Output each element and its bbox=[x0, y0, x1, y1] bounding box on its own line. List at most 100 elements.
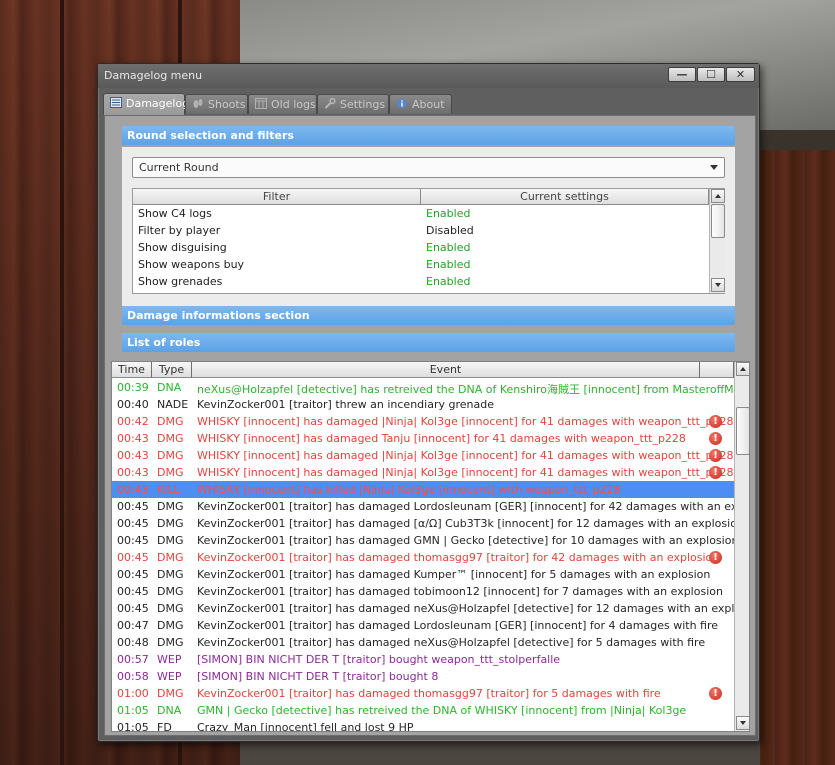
log-row[interactable]: 00:45 DMG KevinZocker001 [traitor] has dam… bbox=[112, 532, 738, 549]
log-type: KILL bbox=[157, 483, 180, 496]
log-row[interactable]: 00:40 NADE KevinZocker001 [traitor] threw … bbox=[112, 396, 734, 413]
filter-row[interactable]: Show disguising Enabled bbox=[133, 239, 709, 256]
tab-settings[interactable]: Settings bbox=[317, 94, 389, 114]
filter-row[interactable]: Show weapons buy Enabled bbox=[133, 256, 709, 273]
filter-name: Show weapons buy bbox=[138, 258, 245, 271]
scroll-down-button[interactable] bbox=[711, 278, 725, 292]
log-row[interactable]: 00:43 DMG WHISKY [innocent] has damaged Ta… bbox=[112, 430, 734, 447]
scroll-up-button[interactable] bbox=[711, 189, 725, 203]
log-row[interactable]: 00:45 DMG KevinZocker001 [traitor] has dam… bbox=[112, 498, 749, 515]
log-row[interactable]: 00:43 DMG WHISKY [innocent] has damaged |N… bbox=[112, 464, 734, 481]
log-row[interactable]: 00:45 DMG KevinZocker001 [traitor] has dam… bbox=[112, 600, 749, 617]
warning-icon: ! bbox=[709, 466, 722, 479]
scroll-down-button[interactable] bbox=[736, 716, 749, 730]
filter-row[interactable]: Filter by player Disabled bbox=[133, 222, 709, 239]
log-event: KevinZocker001 [traitor] has damaged Lor… bbox=[197, 500, 750, 513]
arrow-up-icon bbox=[715, 194, 721, 198]
log-type: DMG bbox=[157, 449, 184, 462]
log-row[interactable]: 01:05 FD Crazy_Man [innocent] fell and los… bbox=[112, 719, 734, 732]
log-row[interactable]: 00:58 WEP [SIMON] BIN NICHT DER T [traitor… bbox=[112, 668, 734, 685]
damagelog-panel: Round selection and filters Current Roun… bbox=[104, 115, 756, 736]
section-round-filters[interactable]: Round selection and filters bbox=[122, 126, 735, 145]
filter-scrollbar[interactable] bbox=[709, 189, 725, 293]
log-event: KevinZocker001 [traitor] has damaged tob… bbox=[197, 585, 723, 598]
log-row[interactable]: 01:05 DNA GMN | Gecko [detective] has retr… bbox=[112, 702, 734, 719]
close-button[interactable]: ✕ bbox=[726, 67, 755, 82]
log-time: 01:05 bbox=[117, 721, 149, 732]
warning-icon: ! bbox=[709, 449, 722, 462]
log-row[interactable]: 00:39 DNA neXus@Holzapfel [detective] has … bbox=[112, 379, 747, 396]
log-type: DMG bbox=[157, 415, 184, 428]
log-row[interactable]: 00:42 DMG WHISKY [innocent] has damaged |N… bbox=[112, 413, 734, 430]
column-header-type[interactable]: Type bbox=[152, 362, 192, 378]
log-type: DMG bbox=[157, 687, 184, 700]
log-row-selected[interactable]: 00:43 KILL WHISKY [innocent] has killed |N… bbox=[112, 481, 734, 498]
log-row[interactable]: 00:48 DMG KevinZocker001 [traitor] has dam… bbox=[112, 634, 734, 651]
filter-setting: Enabled bbox=[426, 207, 471, 220]
column-header-current-settings[interactable]: Current settings bbox=[421, 189, 709, 205]
log-event: KevinZocker001 [traitor] has damaged [α/… bbox=[197, 517, 744, 530]
log-row[interactable]: 00:57 WEP [SIMON] BIN NICHT DER T [traitor… bbox=[112, 651, 734, 668]
arrow-down-icon bbox=[740, 721, 746, 725]
filter-name: Show C4 logs bbox=[138, 207, 212, 220]
filter-table: Filter Current settings Show C4 logs Ena… bbox=[132, 188, 725, 294]
log-event: WHISKY [innocent] has damaged Tanju [inn… bbox=[197, 432, 686, 445]
arrow-down-icon bbox=[715, 283, 721, 287]
log-row[interactable]: 00:47 DMG KevinZocker001 [traitor] has dam… bbox=[112, 617, 734, 634]
log-row[interactable]: 01:00 DMG KevinZocker001 [traitor] has dam… bbox=[112, 685, 734, 702]
damage-log-list: Time Type Event 00:39 DNA neXus@Holzapfel … bbox=[111, 361, 750, 732]
filter-name: Show grenades bbox=[138, 275, 223, 288]
column-header-time[interactable]: Time bbox=[112, 362, 152, 378]
plank-edge bbox=[60, 0, 64, 765]
log-time: 00:45 bbox=[117, 500, 149, 513]
filter-row[interactable]: Show C4 logs Enabled bbox=[133, 205, 709, 222]
log-type: NADE bbox=[157, 398, 189, 411]
scroll-thumb[interactable] bbox=[736, 407, 749, 455]
log-event: KevinZocker001 [traitor] has damaged neX… bbox=[197, 602, 750, 615]
log-row[interactable]: 00:43 DMG WHISKY [innocent] has damaged |N… bbox=[112, 447, 734, 464]
round-select[interactable]: Current Round bbox=[132, 157, 725, 178]
tab-damagelog[interactable]: Damagelog bbox=[103, 93, 189, 115]
log-row[interactable]: 00:45 DMG KevinZocker001 [traitor] has dam… bbox=[112, 566, 734, 583]
section-damage-info[interactable]: Damage informations section bbox=[122, 306, 735, 325]
log-time: 00:43 bbox=[117, 483, 149, 496]
minimize-button[interactable]: — bbox=[668, 67, 696, 82]
warning-icon: ! bbox=[709, 432, 722, 445]
log-scrollbar[interactable] bbox=[734, 362, 749, 731]
maximize-button[interactable]: ☐ bbox=[697, 67, 725, 82]
tab-label: Old logs bbox=[271, 98, 316, 111]
log-time: 00:57 bbox=[117, 653, 149, 666]
tab-about[interactable]: About bbox=[389, 94, 452, 114]
footstep-icon bbox=[193, 99, 203, 108]
log-event: GMN | Gecko [detective] has retreived th… bbox=[197, 704, 687, 717]
tab-shoots[interactable]: Shoots bbox=[185, 94, 248, 114]
scroll-up-button[interactable] bbox=[736, 362, 749, 376]
arrow-up-icon bbox=[740, 367, 746, 371]
section-roles[interactable]: List of roles bbox=[122, 333, 735, 352]
log-time: 00:43 bbox=[117, 466, 149, 479]
filter-row[interactable]: Show grenades Enabled bbox=[133, 273, 709, 290]
log-event: [SIMON] BIN NICHT DER T [traitor] bought… bbox=[197, 653, 561, 666]
log-time: 00:45 bbox=[117, 517, 149, 530]
log-time: 00:45 bbox=[117, 568, 149, 581]
tab-label: Shoots bbox=[208, 98, 246, 111]
log-row[interactable]: 00:45 DMG KevinZocker001 [traitor] has dam… bbox=[112, 583, 734, 600]
log-event: WHISKY [innocent] has killed |Ninja| Kol… bbox=[197, 483, 621, 496]
tab-old-logs[interactable]: Old logs bbox=[248, 94, 317, 114]
log-event: KevinZocker001 [traitor] has damaged Lor… bbox=[197, 619, 719, 632]
log-row[interactable]: 00:45 DMG KevinZocker001 [traitor] has dam… bbox=[112, 515, 744, 532]
log-event: WHISKY [innocent] has damaged |Ninja| Ko… bbox=[197, 466, 734, 479]
log-type: DMG bbox=[157, 636, 184, 649]
scroll-thumb[interactable] bbox=[711, 204, 725, 238]
log-event: KevinZocker001 [traitor] has damaged tho… bbox=[197, 687, 661, 700]
column-header-event[interactable]: Event bbox=[192, 362, 700, 378]
column-header-filter[interactable]: Filter bbox=[133, 189, 421, 205]
wrench-icon bbox=[324, 98, 336, 109]
calendar-icon bbox=[255, 98, 267, 109]
title-bar[interactable]: Damagelog menu — ☐ ✕ bbox=[98, 64, 759, 88]
log-time: 00:47 bbox=[117, 619, 149, 632]
log-time: 01:00 bbox=[117, 687, 149, 700]
log-type: DMG bbox=[157, 432, 184, 445]
log-row[interactable]: 00:45 DMG KevinZocker001 [traitor] has dam… bbox=[112, 549, 734, 566]
log-time: 01:05 bbox=[117, 704, 149, 717]
